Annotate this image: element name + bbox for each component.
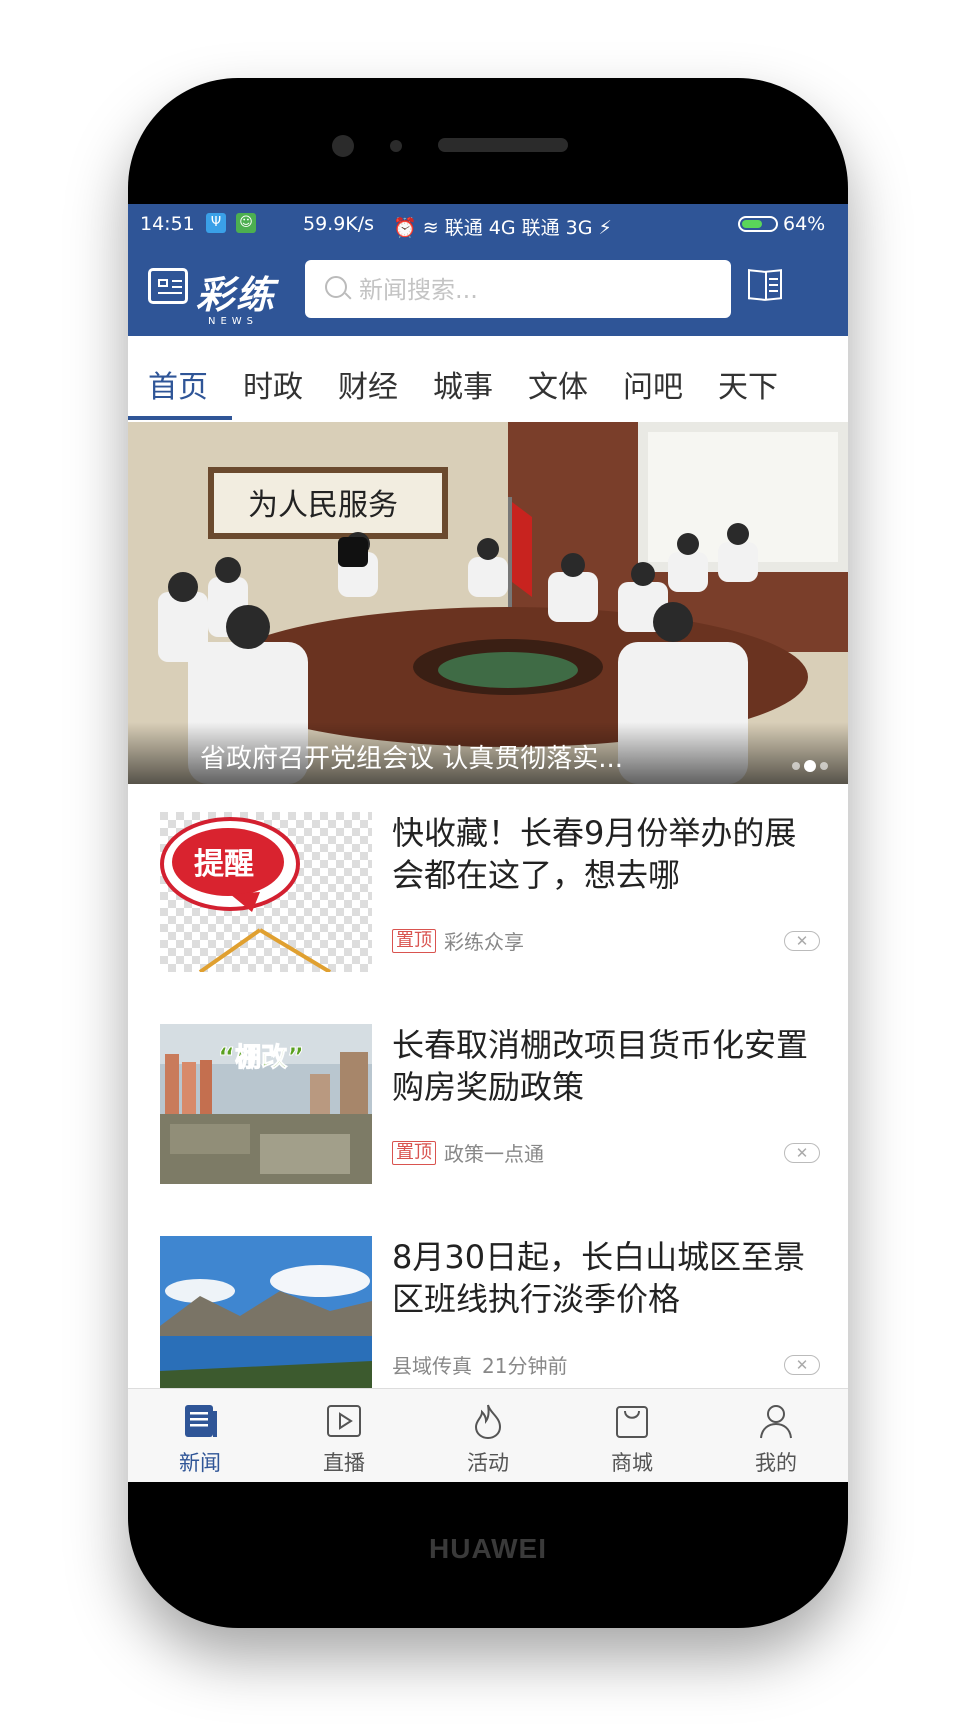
news-item[interactable]: “棚改” 长春取消棚改项目货币化安置购房奖励政策 置顶 政策一点通 ✕ [128,996,848,1209]
tab-city[interactable]: 城事 [433,362,493,406]
nav-news[interactable]: 新闻 [128,1389,272,1482]
news-source: 彩练众享 [444,930,524,954]
calligraphy-scroll: 为人民服务 [248,488,398,523]
carousel-dot [820,762,828,770]
news-source: 政策一点通 [444,1142,544,1166]
tab-culture-sports[interactable]: 文体 [528,362,588,406]
app-header: 彩练 NEWS [128,244,848,336]
news-item[interactable]: 提醒 快收藏！长春9月份举办的展会都在这了，想去哪 置顶 彩练众享 ✕ [128,784,848,997]
tab-finance[interactable]: 财经 [338,362,398,406]
flame-icon [474,1404,502,1440]
nav-label: 活动 [467,1451,509,1475]
dismiss-button[interactable]: ✕ [784,931,820,951]
tab-politics[interactable]: 时政 [243,362,303,406]
tab-home[interactable]: 首页 [148,362,208,406]
news-thumbnail: “棚改” [160,1024,372,1184]
carousel-dot-active [804,760,816,772]
news-thumbnail [160,1236,372,1396]
earpiece-speaker [438,138,568,152]
nav-activity[interactable]: 活动 [416,1389,560,1482]
nav-profile[interactable]: 我的 [704,1389,848,1482]
front-camera [332,135,354,157]
tab-indicator [128,416,232,420]
network-speed: 59.9K/s [303,213,375,235]
pinned-badge: 置顶 [392,928,436,953]
pinned-badge: 置顶 [392,1140,436,1165]
nav-label: 新闻 [179,1451,221,1475]
status-time: 14:51 [140,213,195,235]
news-title: 快收藏！长春9月份举办的展会都在这了，想去哪 [392,814,797,894]
news-title: 8月30日起，长白山城区至景区班线执行淡季价格 [392,1238,806,1318]
dismiss-button[interactable]: ✕ [784,1355,820,1375]
nav-label: 直播 [323,1451,365,1475]
book-icon[interactable] [748,269,782,302]
charging-icon: ⚡ [598,217,612,239]
news-title: 长春取消棚改项目货币化安置购房奖励政策 [392,1026,809,1106]
usb-icon: Ψ [206,213,226,233]
news-meta: 置顶 彩练众享 [392,926,524,955]
newspaper-icon[interactable] [148,268,188,304]
news-meta: 置顶 政策一点通 [392,1138,544,1167]
wifi-icon: ≋ [422,217,439,239]
nav-mall[interactable]: 商城 [560,1389,704,1482]
user-icon [760,1405,792,1439]
news-time: 21分钟前 [482,1354,568,1378]
status-bar: 14:51 Ψ ☺ 59.9K/s ⏰ ≋ 联通 4G 联通 3G ⚡ 64% [128,204,848,244]
app-logo-sub: NEWS [208,316,259,327]
news-thumbnail: 提醒 [160,812,372,972]
tab-ask[interactable]: 问吧 [623,362,683,406]
search-bar[interactable] [305,260,731,318]
carousel-dot [792,762,800,770]
nav-label: 我的 [755,1451,797,1475]
banner-caption: 省政府召开党组会议 认真贯彻落实... [200,744,624,774]
battery-icon [738,216,778,232]
dismiss-button[interactable]: ✕ [784,1143,820,1163]
search-icon [325,276,347,298]
notification-app-icon: ☺ [236,213,256,233]
battery-percent: 64% [783,213,826,235]
device-brand: HUAWEI [429,1533,547,1564]
nav-live[interactable]: 直播 [272,1389,416,1482]
news-meta: 县域传真 21分钟前 [392,1350,567,1379]
thumbnail-text: “棚改” [218,1042,304,1073]
alarm-icon: ⏰ [393,217,417,239]
news-icon [185,1405,217,1437]
app-screen: 14:51 Ψ ☺ 59.9K/s ⏰ ≋ 联通 4G 联通 3G ⚡ 64% … [128,204,848,1482]
news-source: 县域传真 [392,1354,472,1378]
bag-icon [616,1406,648,1438]
search-input[interactable] [357,270,721,310]
status-right: ⏰ ≋ 联通 4G 联通 3G ⚡ [393,213,612,240]
play-icon [327,1405,361,1437]
carrier-text: 联通 4G 联通 3G [444,217,593,239]
carousel-indicator [792,755,832,774]
banner-carousel[interactable]: 为人民服务 省政府召开党组会议 认真贯彻落实... [128,422,848,784]
thumbnail-text: 提醒 [194,847,254,882]
category-tabs: 首页 时政 财经 城事 文体 问吧 天下 [128,336,848,423]
bottom-navigation: 新闻 直播 活动 商城 我的 [128,1388,848,1482]
proximity-sensor [390,140,402,152]
nav-label: 商城 [611,1451,653,1475]
tab-world[interactable]: 天下 [718,362,778,406]
app-logo: 彩练 [196,272,277,317]
